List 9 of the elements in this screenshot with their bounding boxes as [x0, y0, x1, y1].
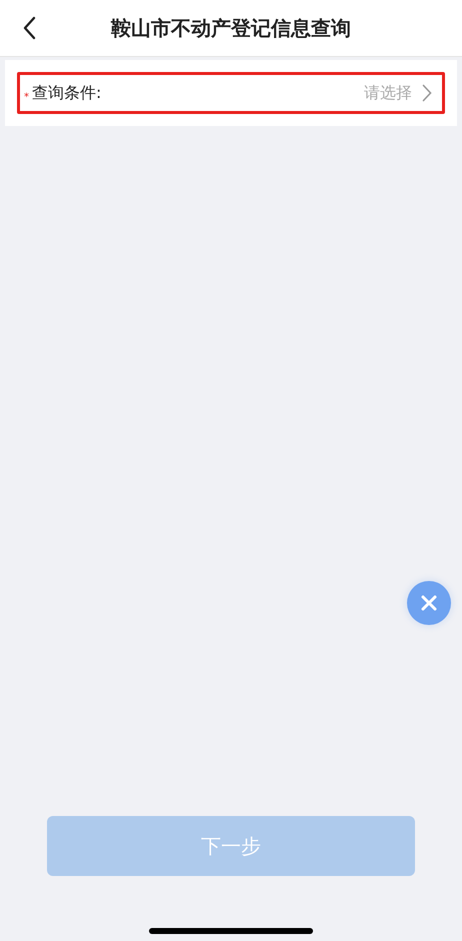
chevron-right-icon	[422, 84, 432, 102]
query-condition-selector[interactable]: * 查询条件: 请选择	[17, 72, 445, 114]
field-label: 查询条件:	[32, 82, 102, 104]
back-icon[interactable]	[22, 16, 36, 40]
page-title: 鞍山市不动产登记信息查询	[111, 14, 351, 42]
required-mark: *	[24, 92, 29, 102]
close-icon	[420, 594, 438, 612]
select-placeholder: 请选择	[364, 82, 412, 104]
close-button[interactable]	[407, 581, 451, 625]
